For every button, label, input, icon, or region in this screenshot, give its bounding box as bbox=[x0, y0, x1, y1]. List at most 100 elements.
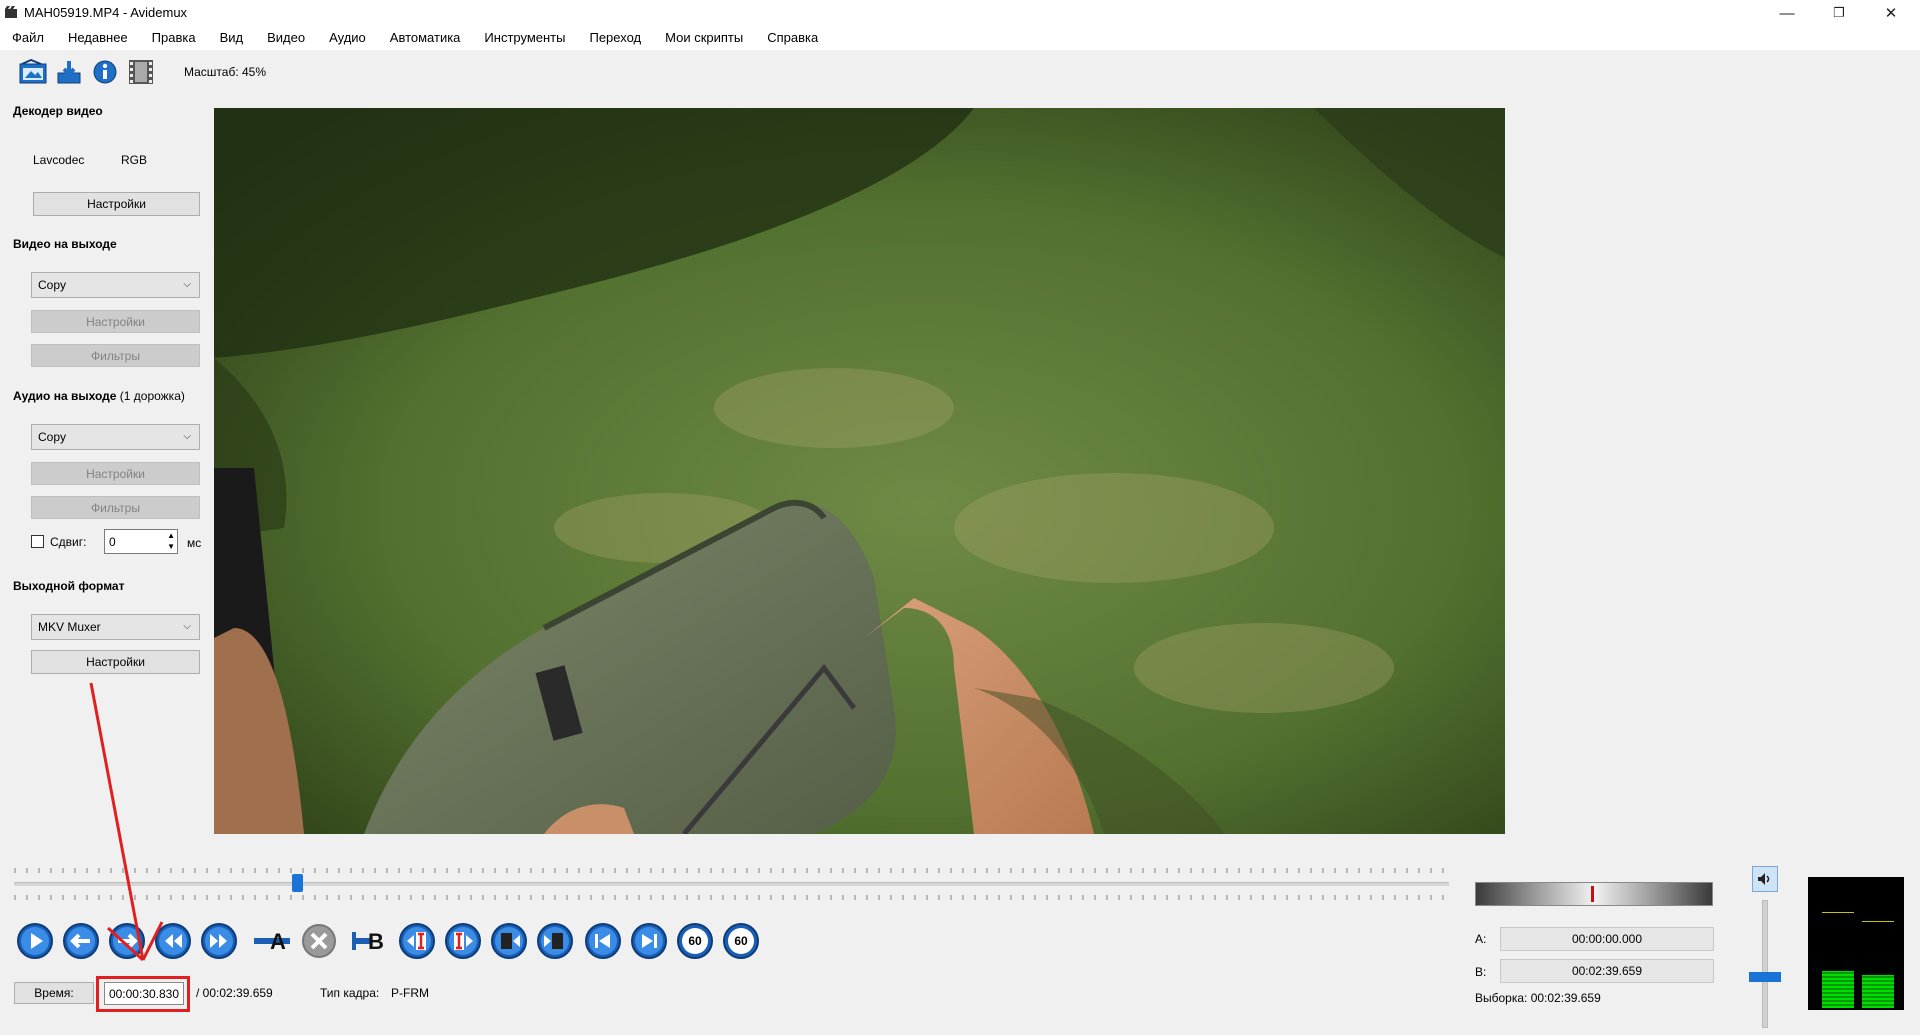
chevron-down-icon: ⌵ bbox=[183, 431, 191, 442]
back-60-button[interactable]: 60 bbox=[676, 922, 714, 960]
minimize-button[interactable]: — bbox=[1764, 0, 1810, 26]
save-icon[interactable] bbox=[54, 57, 84, 87]
shift-label: Сдвиг: bbox=[50, 535, 87, 549]
left-panel: Декодер видео Lavcodec RGB Настройки Вид… bbox=[0, 96, 210, 686]
arrow-right-icon bbox=[109, 923, 145, 959]
menu-video[interactable]: Видео bbox=[255, 26, 317, 50]
timeline-ticks-top bbox=[14, 868, 1449, 873]
current-time-input[interactable]: 00:00:30.830 bbox=[104, 982, 184, 1005]
fast-forward-button[interactable] bbox=[200, 922, 238, 960]
back-60-label: 60 bbox=[688, 934, 702, 948]
jog-indicator bbox=[1591, 886, 1594, 902]
shift-value: 0 bbox=[109, 535, 116, 549]
rewind-icon bbox=[155, 923, 191, 959]
decoder-name: Lavcodec bbox=[33, 153, 85, 167]
muxer-settings-button[interactable]: Настройки bbox=[31, 650, 200, 674]
play-icon bbox=[17, 923, 53, 959]
stepper-down-icon[interactable]: ▼ bbox=[167, 541, 175, 552]
timeline-slider[interactable] bbox=[14, 868, 1449, 908]
play-button[interactable] bbox=[16, 922, 54, 960]
audio-output-heading: Аудио на выходе (1 дорожка) bbox=[13, 389, 185, 403]
level-bar-left bbox=[1822, 971, 1854, 1008]
delete-button[interactable] bbox=[300, 922, 338, 960]
next-keyframe-icon bbox=[537, 923, 573, 959]
output-format-heading: Выходной формат bbox=[13, 579, 125, 593]
menu-auto[interactable]: Автоматика bbox=[378, 26, 473, 50]
timeline-ticks-bottom bbox=[14, 895, 1449, 900]
fast-forward-icon bbox=[201, 923, 237, 959]
go-start-button[interactable] bbox=[584, 922, 622, 960]
menu-file[interactable]: Файл bbox=[0, 26, 56, 50]
total-time: / 00:02:39.659 bbox=[196, 986, 273, 1000]
speaker-icon[interactable] bbox=[1752, 866, 1778, 892]
frame-type-value: P-FRM bbox=[391, 986, 429, 1000]
toolbar bbox=[0, 54, 1920, 90]
chevron-down-icon: ⌵ bbox=[183, 279, 191, 290]
annotation-arrow-shaft bbox=[89, 682, 145, 961]
volume-handle[interactable] bbox=[1749, 972, 1781, 982]
arrow-left-icon bbox=[63, 923, 99, 959]
avidemux-app-icon bbox=[5, 6, 17, 18]
prev-frame-button[interactable] bbox=[62, 922, 100, 960]
delete-icon bbox=[302, 924, 336, 958]
open-folder-icon[interactable] bbox=[18, 57, 48, 87]
volume-track[interactable] bbox=[1749, 900, 1781, 1028]
prev-keyframe-button[interactable] bbox=[490, 922, 528, 960]
stepper-up-icon[interactable]: ▲ bbox=[167, 530, 175, 541]
video-settings-button[interactable]: Настройки bbox=[31, 310, 200, 333]
menu-audio[interactable]: Аудио bbox=[317, 26, 378, 50]
muxer-value: MKV Muxer bbox=[38, 620, 101, 634]
decoder-colorspace: RGB bbox=[121, 153, 148, 167]
video-codec-select[interactable]: Copy ⌵ bbox=[31, 272, 200, 298]
set-marker-b-button[interactable]: B bbox=[350, 922, 388, 960]
next-cut-button[interactable] bbox=[444, 922, 482, 960]
muxer-select[interactable]: MKV Muxer ⌵ bbox=[31, 614, 200, 640]
shift-checkbox[interactable] bbox=[31, 535, 44, 548]
audio-codec-select[interactable]: Copy ⌵ bbox=[31, 424, 200, 450]
menu-go[interactable]: Переход bbox=[577, 26, 653, 50]
menu-view[interactable]: Вид bbox=[208, 26, 256, 50]
timeline-handle[interactable] bbox=[292, 874, 303, 892]
menu-scripts[interactable]: Мои скрипты bbox=[653, 26, 755, 50]
prev-cut-icon bbox=[399, 923, 435, 959]
menu-edit[interactable]: Правка bbox=[140, 26, 208, 50]
next-keyframe-button[interactable] bbox=[536, 922, 574, 960]
video-decoder-heading: Декодер видео bbox=[13, 104, 103, 118]
menu-recent[interactable]: Недавнее bbox=[56, 26, 140, 50]
audio-filters-button[interactable]: Фильтры bbox=[31, 496, 200, 519]
forward-60-button[interactable]: 60 bbox=[722, 922, 760, 960]
audio-settings-button[interactable]: Настройки bbox=[31, 462, 200, 485]
window-title: MAH05919.MP4 - Avidemux bbox=[24, 5, 188, 20]
video-output-heading: Видео на выходе bbox=[13, 237, 117, 251]
frame-type-label: Тип кадра: bbox=[320, 986, 380, 1000]
time-button[interactable]: Время: bbox=[14, 982, 94, 1004]
marker-a-field: 00:00:00.000 bbox=[1500, 927, 1714, 951]
set-marker-a-button[interactable]: A bbox=[252, 922, 290, 960]
video-filters-button[interactable]: Фильтры bbox=[31, 344, 200, 367]
audio-level-meter bbox=[1808, 877, 1904, 1010]
close-button[interactable]: ✕ bbox=[1868, 0, 1914, 26]
video-codec-value: Copy bbox=[38, 278, 67, 292]
marker-a-label: A: bbox=[1475, 932, 1487, 946]
timeline-track bbox=[14, 882, 1449, 886]
info-icon[interactable] bbox=[90, 57, 120, 87]
level-bar-right bbox=[1862, 975, 1894, 1008]
go-end-button[interactable] bbox=[630, 922, 668, 960]
film-strip-icon[interactable] bbox=[126, 57, 156, 87]
shift-stepper[interactable]: 0 ▲ ▼ bbox=[104, 529, 178, 554]
selection-duration: Выборка: 00:02:39.659 bbox=[1475, 991, 1601, 1005]
next-frame-button[interactable] bbox=[108, 922, 146, 960]
rewind-button[interactable] bbox=[154, 922, 192, 960]
current-time-value: 00:00:30.830 bbox=[108, 986, 180, 1001]
skip-end-icon bbox=[631, 923, 667, 959]
video-preview bbox=[214, 108, 1505, 834]
menu-bar: Файл Недавнее Правка Вид Видео Аудио Авт… bbox=[0, 26, 1920, 50]
restore-button[interactable]: ❐ bbox=[1816, 0, 1862, 26]
peak-left bbox=[1822, 912, 1854, 913]
decoder-settings-button[interactable]: Настройки bbox=[33, 192, 200, 216]
menu-help[interactable]: Справка bbox=[755, 26, 830, 50]
menu-tools[interactable]: Инструменты bbox=[472, 26, 577, 50]
jog-shuttle[interactable] bbox=[1475, 882, 1713, 906]
prev-cut-button[interactable] bbox=[398, 922, 436, 960]
forward-60-label: 60 bbox=[734, 934, 748, 948]
